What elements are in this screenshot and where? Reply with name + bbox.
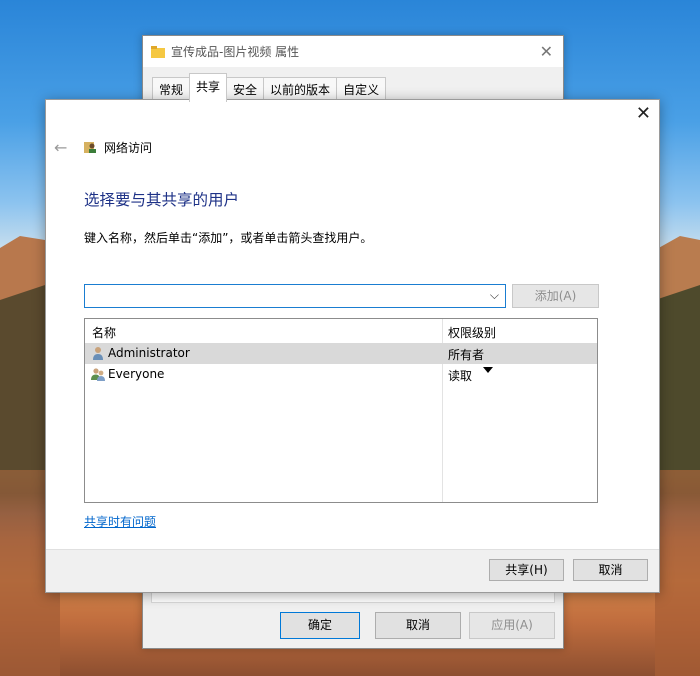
back-arrow-icon[interactable]: ← [54,138,67,157]
user-name-combobox[interactable]: ⌵ [84,284,506,308]
share-button[interactable]: 共享(H) [489,559,564,581]
column-header-permission[interactable]: 权限级别 [448,324,496,341]
network-access-dialog: ✕ ← 网络访问 选择要与其共享的用户 键入名称，然后单击“添加”，或者单击箭头… [45,99,660,593]
chevron-down-icon[interactable]: ⌵ [490,288,499,303]
users-icon [91,368,105,381]
folder-icon [151,45,165,58]
close-icon[interactable]: ✕ [540,42,553,61]
list-header: 名称 权限级别 [85,319,597,343]
sharing-help-link[interactable]: 共享时有问题 [84,513,156,530]
column-header-name[interactable]: 名称 [92,324,116,341]
tab-customize[interactable]: 自定义 [336,77,387,99]
list-item[interactable]: Administrator 所有者 [85,343,597,364]
apply-button[interactable]: 应用(A) [469,612,555,639]
user-name: Everyone [108,367,165,381]
tab-previous-versions[interactable]: 以前的版本 [263,77,338,99]
tab-general[interactable]: 常规 [152,77,191,99]
user-name: Administrator [108,346,190,360]
list-item[interactable]: Everyone 读取 [85,364,597,385]
permission-level: 所有者 [448,348,485,362]
properties-titlebar: 宣传成品-图片视频 属性 [143,36,563,67]
user-list: 名称 权限级别 Administrator 所有者 Everyone 读取 [84,318,598,503]
page-title: 选择要与其共享的用户 [84,191,240,209]
ok-button[interactable]: 确定 [280,612,360,639]
tab-sharing[interactable]: 共享 [189,73,228,102]
cancel-button[interactable]: 取消 [573,559,648,581]
properties-title: 宣传成品-图片视频 属性 [171,45,300,59]
permission-level-dropdown[interactable]: 读取 [448,367,472,384]
dialog-footer: 共享(H) 取消 [46,549,659,592]
dropdown-arrow-icon[interactable] [483,367,493,373]
add-button[interactable]: 添加(A) [512,284,599,308]
cancel-button[interactable]: 取消 [375,612,461,639]
tab-security[interactable]: 安全 [226,77,265,99]
close-icon[interactable]: ✕ [636,104,651,124]
instruction-text: 键入名称，然后单击“添加”，或者单击箭头查找用户。 [84,231,373,245]
nav-title: 网络访问 [104,141,153,155]
user-icon [93,347,103,360]
network-users-icon [84,142,96,153]
